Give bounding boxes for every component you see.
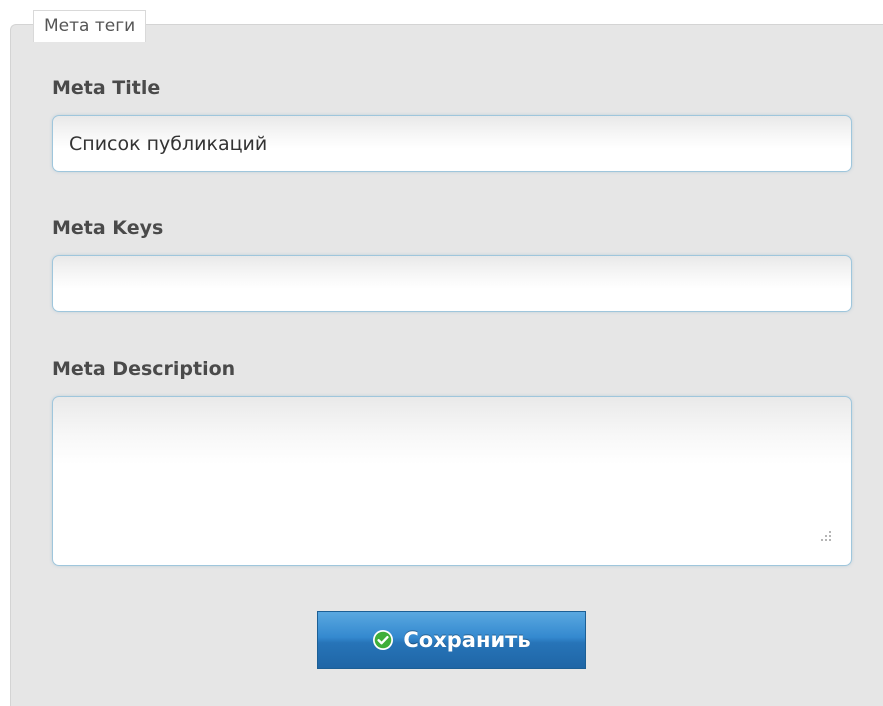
- meta-keys-input[interactable]: [52, 255, 852, 312]
- meta-description-label: Meta Description: [52, 358, 236, 380]
- meta-title-input[interactable]: [52, 115, 852, 172]
- meta-description-textarea[interactable]: [52, 396, 852, 566]
- meta-title-label: Meta Title: [52, 77, 161, 99]
- meta-keys-label: Meta Keys: [52, 217, 164, 239]
- fieldset-legend: Мета теги: [33, 10, 147, 42]
- resize-grip-icon[interactable]: [812, 526, 836, 550]
- save-button-label: Сохранить: [403, 628, 531, 652]
- save-button[interactable]: Сохранить: [317, 611, 586, 669]
- check-circle-icon: [373, 630, 394, 650]
